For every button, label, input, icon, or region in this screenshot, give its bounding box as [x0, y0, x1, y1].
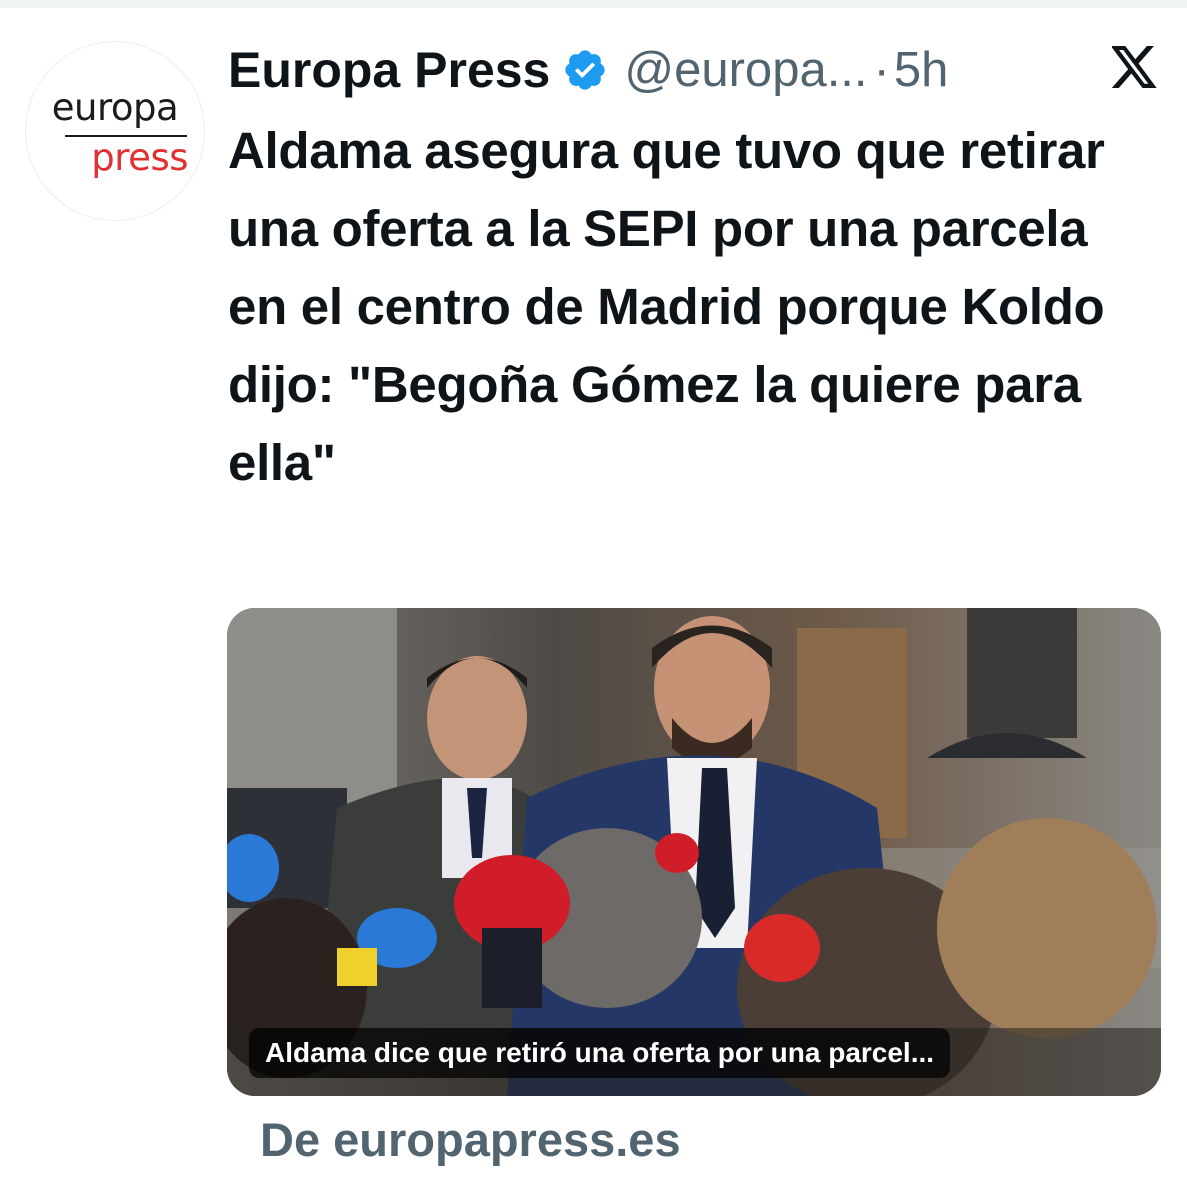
author-handle[interactable]: @europa...	[624, 42, 867, 98]
verified-badge-icon	[562, 47, 608, 93]
author-name[interactable]: Europa Press	[228, 41, 550, 99]
tweet-header: Europa Press @europa... · 5h	[228, 38, 948, 102]
tweet-text: Aldama asegura que tuvo que retirar una …	[228, 122, 1105, 491]
separator-dot: ·	[873, 43, 890, 97]
top-divider	[0, 0, 1187, 8]
avatar[interactable]: europa press	[26, 42, 204, 220]
news-photo	[227, 608, 1161, 1096]
x-logo-icon[interactable]	[1110, 46, 1158, 88]
link-card-source[interactable]: De europapress.es	[260, 1112, 681, 1167]
tweet-timestamp[interactable]: 5h	[894, 42, 949, 98]
avatar-logo-bottom: press	[91, 136, 188, 179]
link-card-caption: Aldama dice que retiró una oferta por un…	[249, 1028, 951, 1078]
avatar-logo-top: europa	[51, 86, 179, 129]
link-card-image[interactable]: Aldama dice que retiró una oferta por un…	[227, 608, 1161, 1096]
